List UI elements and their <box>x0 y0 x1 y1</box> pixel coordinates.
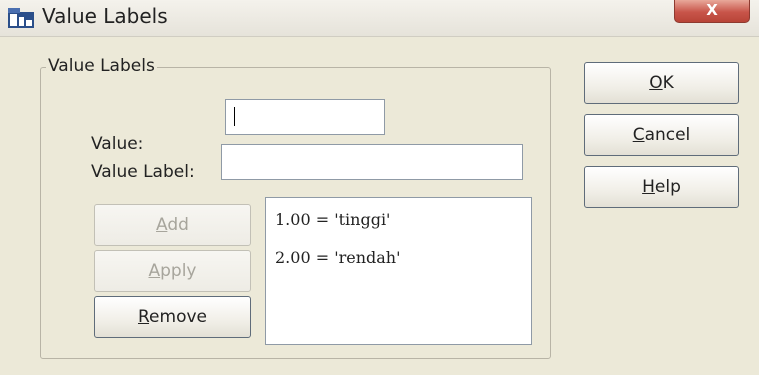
value-labels-list[interactable]: 1.00 = 'tinggi' 2.00 = 'rendah' <box>265 197 532 345</box>
value-field-label: Value: <box>91 134 144 154</box>
text-caret <box>234 107 235 126</box>
remove-button[interactable]: Remove <box>94 296 251 338</box>
value-label-input[interactable] <box>221 144 523 180</box>
close-icon: X <box>706 1 718 19</box>
value-label-field-label: Value Label: <box>91 162 195 182</box>
cancel-button[interactable]: Cancel <box>584 114 739 156</box>
close-button[interactable]: X <box>674 0 750 23</box>
apply-button[interactable]: Apply <box>94 250 251 292</box>
value-input[interactable] <box>225 99 385 135</box>
help-button[interactable]: Help <box>584 166 739 208</box>
value-labels-dialog: Value Labels X Value Labels Value: Value… <box>0 0 759 375</box>
list-item[interactable]: 1.00 = 'tinggi' <box>275 210 390 229</box>
groupbox-legend: Value Labels <box>46 56 157 76</box>
spss-app-icon <box>8 8 34 28</box>
add-button[interactable]: Add <box>94 204 251 246</box>
ok-button[interactable]: OK <box>584 62 739 104</box>
list-item[interactable]: 2.00 = 'rendah' <box>275 248 401 267</box>
window-title: Value Labels <box>42 4 168 28</box>
title-bar[interactable]: Value Labels X <box>0 0 759 37</box>
